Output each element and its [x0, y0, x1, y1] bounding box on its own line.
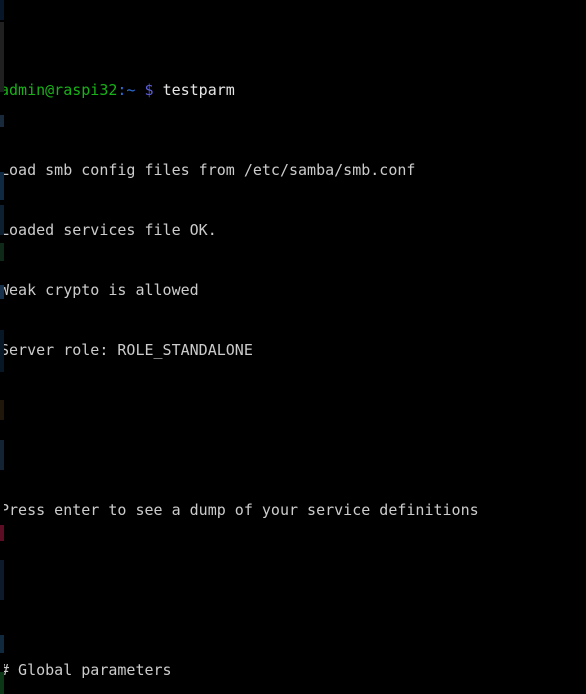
prompt-command: testparm [162, 81, 235, 99]
output-line: Weak crypto is allowed [0, 281, 199, 299]
terminal-screen[interactable]: admin@raspi32:~ $ testparm Load smb conf… [0, 0, 586, 694]
terminal-window[interactable]: admin@raspi32:~ $ testparm Load smb conf… [0, 0, 586, 694]
prompt-path: :~ [117, 81, 136, 99]
output-line: Loaded services file OK. [0, 221, 217, 239]
prompt-symbol: $ [144, 81, 154, 99]
output-line: Press enter to see a dump of your servic… [0, 501, 479, 519]
output-line: Load smb config files from /etc/samba/sm… [0, 161, 416, 179]
output-comment-global-parameters: # Global parameters [0, 661, 172, 679]
output-line: Server role: ROLE_STANDALONE [0, 341, 253, 359]
prompt-line-top: admin@raspi32:~ $ testparm [0, 80, 586, 100]
prompt-user-host: admin@raspi32 [0, 81, 118, 99]
